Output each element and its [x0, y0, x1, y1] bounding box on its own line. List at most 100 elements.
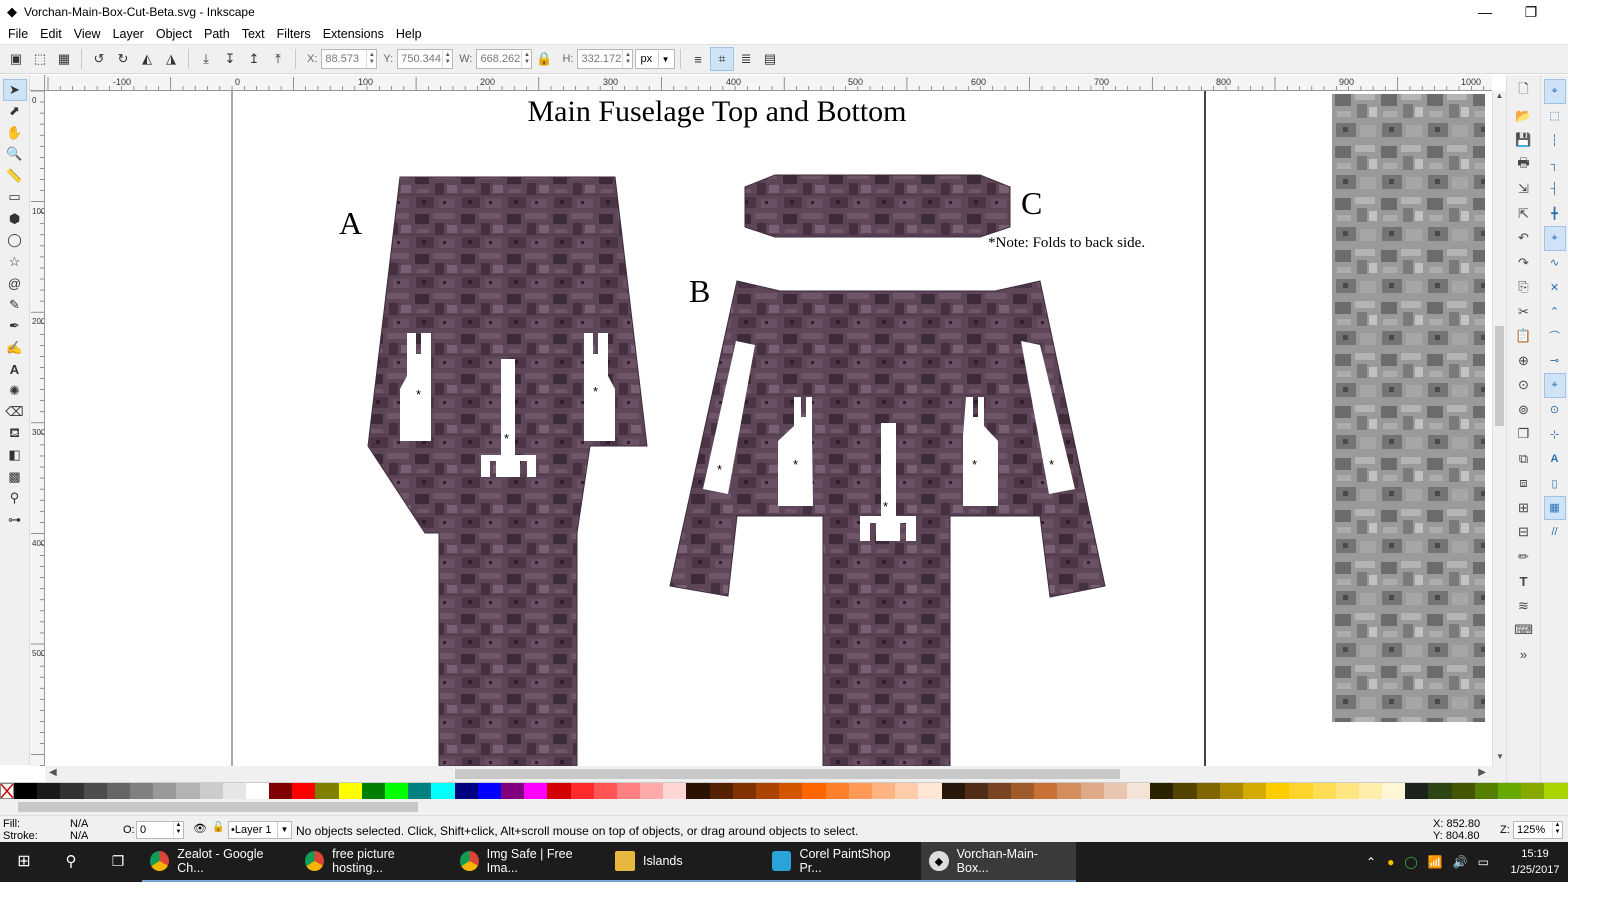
layer-select[interactable]: •Layer 1 ▼ — [228, 821, 292, 839]
zoom-field[interactable]: 125% ▲ ▼ — [1513, 821, 1563, 839]
paint-bucket-tool-icon[interactable]: ⛾ — [3, 423, 27, 445]
color-swatch[interactable] — [1150, 783, 1174, 799]
color-swatch[interactable] — [895, 783, 919, 799]
vertical-ruler[interactable]: 0 100 200 300 400 500 — [30, 91, 45, 766]
search-icon[interactable]: ⚲ — [48, 842, 94, 882]
color-swatch[interactable] — [732, 783, 756, 799]
color-swatch[interactable] — [709, 783, 733, 799]
color-swatch[interactable] — [500, 783, 525, 799]
tweak-tool-icon[interactable]: ✋ — [3, 122, 27, 144]
color-swatch[interactable] — [1405, 783, 1429, 799]
color-swatch[interactable] — [199, 783, 223, 799]
group-icon[interactable]: ⊞ — [1512, 496, 1536, 521]
taskbar-item-chrome-2[interactable]: free picture hosting... — [297, 842, 452, 882]
color-swatch[interactable] — [941, 783, 965, 799]
color-swatch[interactable] — [1428, 783, 1452, 799]
fill-value[interactable]: N/A — [70, 818, 88, 830]
minimize-button[interactable]: — — [1462, 0, 1508, 24]
menu-layer[interactable]: Layer — [107, 27, 150, 41]
part-a[interactable] — [367, 176, 648, 766]
y-field[interactable]: ▲▼ — [397, 49, 454, 69]
ungroup-icon[interactable]: ⊟ — [1512, 520, 1536, 545]
color-swatch[interactable] — [547, 783, 571, 799]
vertical-scrollbar[interactable]: ▲ ▼ — [1492, 91, 1506, 766]
text-tool-icon[interactable]: A — [3, 359, 27, 381]
horizontal-ruler[interactable]: -100 0 100 200 300 400 500 600 700 800 9… — [45, 75, 1492, 91]
scroll-down-icon[interactable]: ▼ — [1493, 752, 1507, 766]
print-icon[interactable]: 🖶 — [1512, 153, 1536, 178]
scroll-up-icon[interactable]: ▲ — [1493, 91, 1506, 105]
snap-bbox-midpoint-icon[interactable]: ┤ — [1544, 177, 1566, 202]
color-swatch[interactable] — [1451, 783, 1475, 799]
color-swatch[interactable] — [176, 783, 200, 799]
save-icon[interactable]: 💾 — [1512, 128, 1536, 153]
w-field[interactable]: ▲▼ — [476, 49, 533, 69]
taskbar-item-chrome-3[interactable]: Img Safe | Free Ima... — [452, 842, 607, 882]
color-swatch[interactable] — [1011, 783, 1035, 799]
menu-extensions[interactable]: Extensions — [317, 27, 390, 41]
mesh-tool-icon[interactable]: ▩ — [3, 466, 27, 488]
color-swatch[interactable] — [964, 783, 988, 799]
color-swatch[interactable] — [14, 783, 38, 799]
x-input[interactable] — [322, 50, 367, 68]
color-swatch[interactable] — [848, 783, 872, 799]
snap-paths-icon[interactable]: ∿ — [1544, 251, 1566, 276]
transform-gradients-icon[interactable]: ≣ — [734, 47, 758, 71]
cut-icon[interactable]: ✂ — [1512, 300, 1536, 325]
h-stepper[interactable]: ▲ ▼ — [622, 50, 632, 68]
eraser-tool-icon[interactable]: ⌫ — [3, 402, 27, 424]
menu-text[interactable]: Text — [236, 27, 271, 41]
color-swatch[interactable] — [1127, 783, 1151, 799]
scale-stroke-icon[interactable]: ≡ — [686, 47, 710, 71]
snap-intersection-icon[interactable]: ✕ — [1544, 275, 1566, 300]
3d-box-tool-icon[interactable]: ⬢ — [3, 208, 27, 230]
lock-icon[interactable]: 🔒 — [532, 47, 556, 71]
menu-path[interactable]: Path — [198, 27, 236, 41]
scroll-right-icon[interactable]: ▶ — [1478, 767, 1486, 778]
palette-scroll-thumb[interactable] — [18, 802, 418, 812]
layer-lock-icon[interactable]: 🔓 — [212, 822, 224, 833]
color-swatch[interactable] — [1382, 783, 1406, 799]
lower-icon[interactable]: ↧ — [218, 47, 242, 71]
selector-tool-icon[interactable]: ➤ — [2, 79, 27, 101]
part-b[interactable] — [669, 280, 1106, 766]
import-icon[interactable]: ⇲ — [1512, 177, 1536, 202]
scroll-left-icon[interactable]: ◀ — [49, 767, 57, 778]
color-swatch[interactable] — [1335, 783, 1359, 799]
x-stepper[interactable]: ▲ ▼ — [366, 50, 376, 68]
horizontal-scrollbar[interactable]: ◀ ▶ — [45, 766, 1506, 782]
flip-horizontal-icon[interactable]: ◭ — [135, 47, 159, 71]
color-swatch[interactable] — [1242, 783, 1267, 799]
color-swatch[interactable] — [129, 783, 154, 799]
connector-tool-icon[interactable]: ⊶ — [3, 509, 27, 531]
color-swatch[interactable] — [37, 783, 61, 799]
select-all-layers-icon[interactable]: ⬚ — [28, 47, 52, 71]
pencil-tool-icon[interactable]: ✎ — [3, 294, 27, 316]
snap-nodes-icon[interactable]: ⌖ — [1543, 226, 1566, 251]
color-swatch[interactable] — [524, 783, 548, 799]
color-swatch[interactable] — [315, 783, 339, 799]
layers-icon[interactable]: ≋ — [1512, 594, 1536, 619]
clock[interactable]: 15:19 1/25/2017 — [1505, 846, 1565, 878]
color-swatch[interactable] — [1521, 783, 1545, 799]
ellipse-tool-icon[interactable]: ◯ — [3, 230, 27, 252]
color-swatch[interactable] — [756, 783, 780, 799]
unlink-clone-icon[interactable]: ⧈ — [1512, 471, 1536, 496]
zoom-page-icon[interactable]: ⊚ — [1512, 398, 1536, 423]
dropper-tool-icon[interactable]: ⚲ — [3, 488, 27, 510]
color-swatch[interactable] — [616, 783, 641, 799]
color-swatch[interactable] — [83, 783, 107, 799]
snap-midpoint-icon[interactable]: ⊸ — [1544, 349, 1566, 374]
menu-view[interactable]: View — [68, 27, 107, 41]
y-input[interactable] — [398, 50, 443, 68]
taskbar-item-inkscape[interactable]: ◆ Vorchan-Main-Box... — [921, 842, 1076, 882]
color-swatch[interactable] — [593, 783, 617, 799]
flip-vertical-icon[interactable]: ◮ — [159, 47, 183, 71]
menu-file[interactable]: File — [0, 27, 34, 41]
xml-editor-icon[interactable]: ⌨ — [1512, 618, 1536, 643]
color-swatch[interactable] — [222, 783, 246, 799]
color-swatch[interactable] — [106, 783, 130, 799]
new-document-icon[interactable]: 🗋 — [1512, 79, 1536, 104]
raise-icon[interactable]: ↥ — [242, 47, 266, 71]
no-paint-swatch[interactable] — [0, 783, 14, 799]
